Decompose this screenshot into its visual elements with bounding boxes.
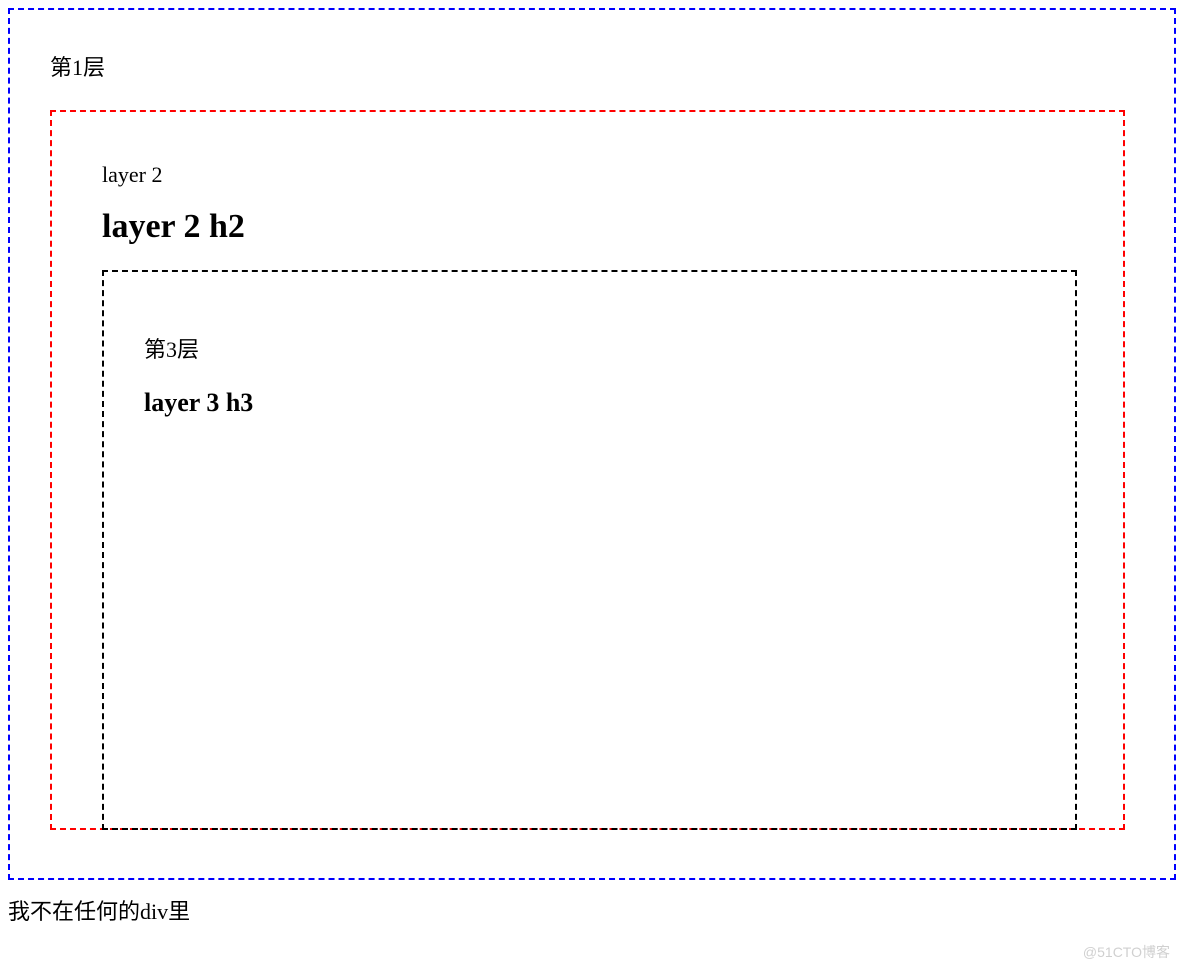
layer-3-heading: layer 3 h3 — [144, 388, 1035, 418]
outside-div-text: 我不在任何的div里 — [8, 894, 1176, 926]
layer-1-label: 第1层 — [50, 50, 1134, 82]
layer-2-heading: layer 2 h2 — [102, 208, 1073, 246]
layer-1-box: 第1层 layer 2 layer 2 h2 第3层 layer 3 h3 — [8, 8, 1176, 880]
watermark-text: @51CTO博客 — [1083, 942, 1170, 962]
layer-3-label: 第3层 — [144, 332, 1035, 364]
layer-2-box: layer 2 layer 2 h2 第3层 layer 3 h3 — [50, 110, 1125, 830]
layer-3-box: 第3层 layer 3 h3 — [102, 270, 1077, 830]
layer-2-label: layer 2 — [102, 162, 1073, 188]
